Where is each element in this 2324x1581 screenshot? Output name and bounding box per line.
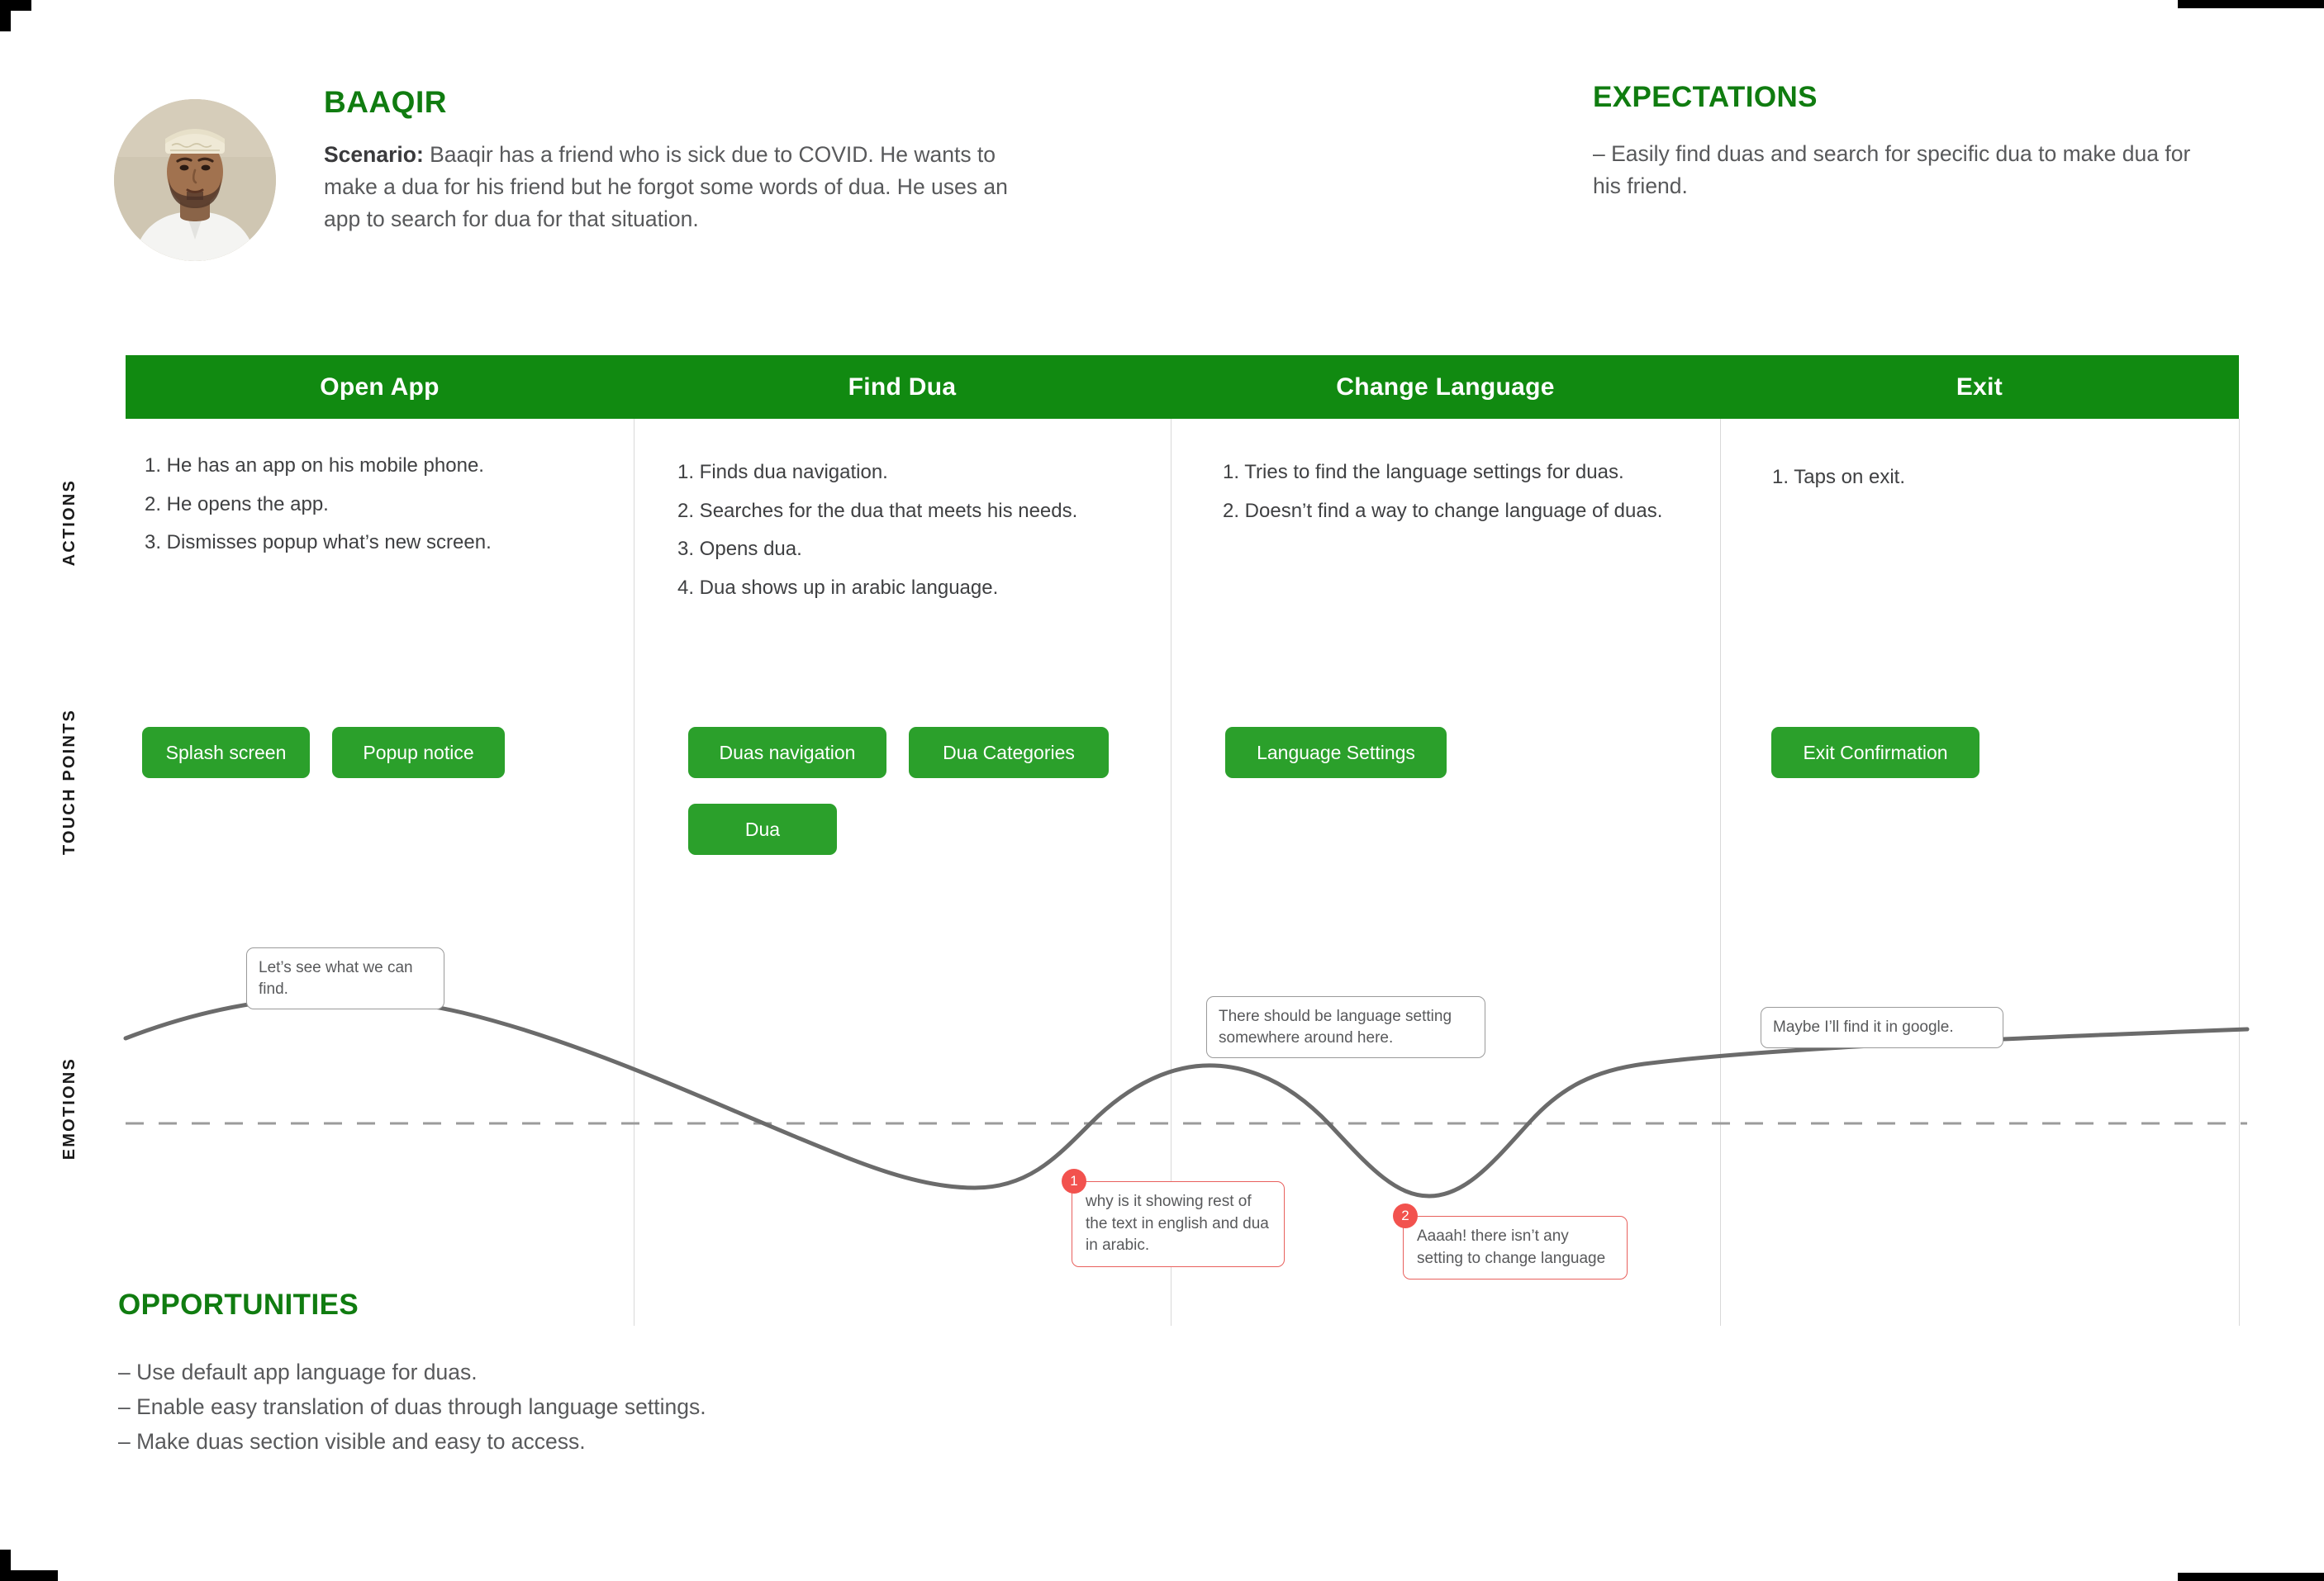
crop-mark-bottom-right [2178, 1573, 2324, 1581]
action-item: 4. Dua shows up in arabic language. [677, 576, 999, 599]
touchpoint-dua[interactable]: Dua [688, 804, 837, 855]
row-label-touch-points: TOUCH POINTS [60, 709, 78, 856]
opportunities-heading: OPPORTUNITIES [118, 1289, 359, 1321]
row-label-actions: ACTIONS [60, 479, 78, 567]
touchpoint-duas-navigation[interactable]: Duas navigation [688, 727, 886, 778]
touchpoint-splash-screen[interactable]: Splash screen [142, 727, 310, 778]
actions-cell-change-language: 1. Tries to find the language settings f… [1223, 458, 1735, 534]
crop-mark-bottom-left-horizontal [0, 1570, 58, 1581]
phase-header-exit[interactable]: Exit [1720, 355, 2239, 419]
pain-point-text: why is it showing rest of the text in en… [1086, 1193, 1269, 1255]
person-avatar-photo-icon [114, 99, 276, 261]
scenario-paragraph: Scenario: Baaqir has a friend who is sic… [324, 139, 1010, 235]
touchpoint-language-settings[interactable]: Language Settings [1225, 727, 1447, 778]
phase-header-open-app[interactable]: Open App [126, 355, 634, 419]
row-label-emotions: EMOTIONS [60, 1057, 78, 1161]
actions-cell-exit: 1. Taps on exit. [1772, 463, 2185, 501]
touchpoint-exit-confirmation[interactable]: Exit Confirmation [1771, 727, 1979, 778]
pain-point-badge-2: 2 [1393, 1204, 1418, 1228]
crop-mark-top-left-horizontal [0, 0, 31, 11]
pain-point-2: 2 Aaaah! there isn’t any setting to chan… [1393, 1204, 1628, 1280]
opportunity-item: – Enable easy translation of duas throug… [118, 1393, 706, 1419]
opportunity-item: – Use default app language for duas. [118, 1360, 478, 1384]
pain-point-1: 1 why is it showing rest of the text in … [1062, 1169, 1285, 1267]
expectations-item: – Easily find duas and search for specif… [1593, 141, 2191, 198]
thought-bubble-google: Maybe I’ll find it in google. [1761, 1007, 2003, 1048]
avatar [114, 99, 276, 261]
action-item: 1. Taps on exit. [1772, 466, 1905, 488]
actions-cell-find-dua: 1. Finds dua navigation. 2. Searches for… [677, 458, 1165, 611]
phase-header-row: Open App Find Dua Change Language Exit [126, 355, 2239, 419]
column-divider-4 [2239, 419, 2240, 1326]
thought-bubble-find: Let’s see what we can find. [246, 947, 444, 1010]
expectations-block: EXPECTATIONS – Easily find duas and sear… [1593, 83, 2221, 202]
opportunities-block: OPPORTUNITIES – Use default app language… [118, 1290, 1027, 1460]
action-item: 1. Finds dua navigation. [677, 461, 888, 483]
pain-point-text: Aaaah! there isn’t any setting to change… [1417, 1227, 1606, 1267]
actions-cell-open-app: 1. He has an app on his mobile phone. 2.… [145, 451, 607, 567]
persona-text-block: BAAQIR Scenario: Baaqir has a friend who… [324, 87, 1010, 235]
scenario-text: Baaqir has a friend who is sick due to C… [324, 142, 1008, 231]
opportunity-item: – Make duas section visible and easy to … [118, 1428, 586, 1454]
action-item: 1. Tries to find the language settings f… [1223, 461, 1624, 483]
pain-point-badge-1: 1 [1062, 1169, 1086, 1194]
thought-bubble-language: There should be language setting somewhe… [1206, 996, 1485, 1059]
crop-mark-top-right [2178, 0, 2324, 8]
phase-header-change-language[interactable]: Change Language [1171, 355, 1720, 419]
action-item: 3. Opens dua. [677, 538, 802, 561]
action-item: 2. He opens the app. [145, 492, 329, 515]
touchpoint-popup-notice[interactable]: Popup notice [332, 727, 505, 778]
column-divider-3 [1720, 419, 1721, 1326]
action-item: 3. Dismisses popup what’s new screen. [145, 531, 492, 554]
page-title: BAAQIR [324, 85, 447, 119]
touchpoint-dua-categories[interactable]: Dua Categories [909, 727, 1109, 778]
action-item: 2. Searches for the dua that meets his n… [677, 499, 1078, 522]
phase-header-find-dua[interactable]: Find Dua [634, 355, 1171, 419]
action-item: 2. Doesn’t find a way to change language… [1223, 499, 1663, 522]
action-item: 1. He has an app on his mobile phone. [145, 454, 484, 477]
expectations-heading: EXPECTATIONS [1593, 81, 1818, 113]
scenario-label: Scenario: [324, 142, 424, 167]
